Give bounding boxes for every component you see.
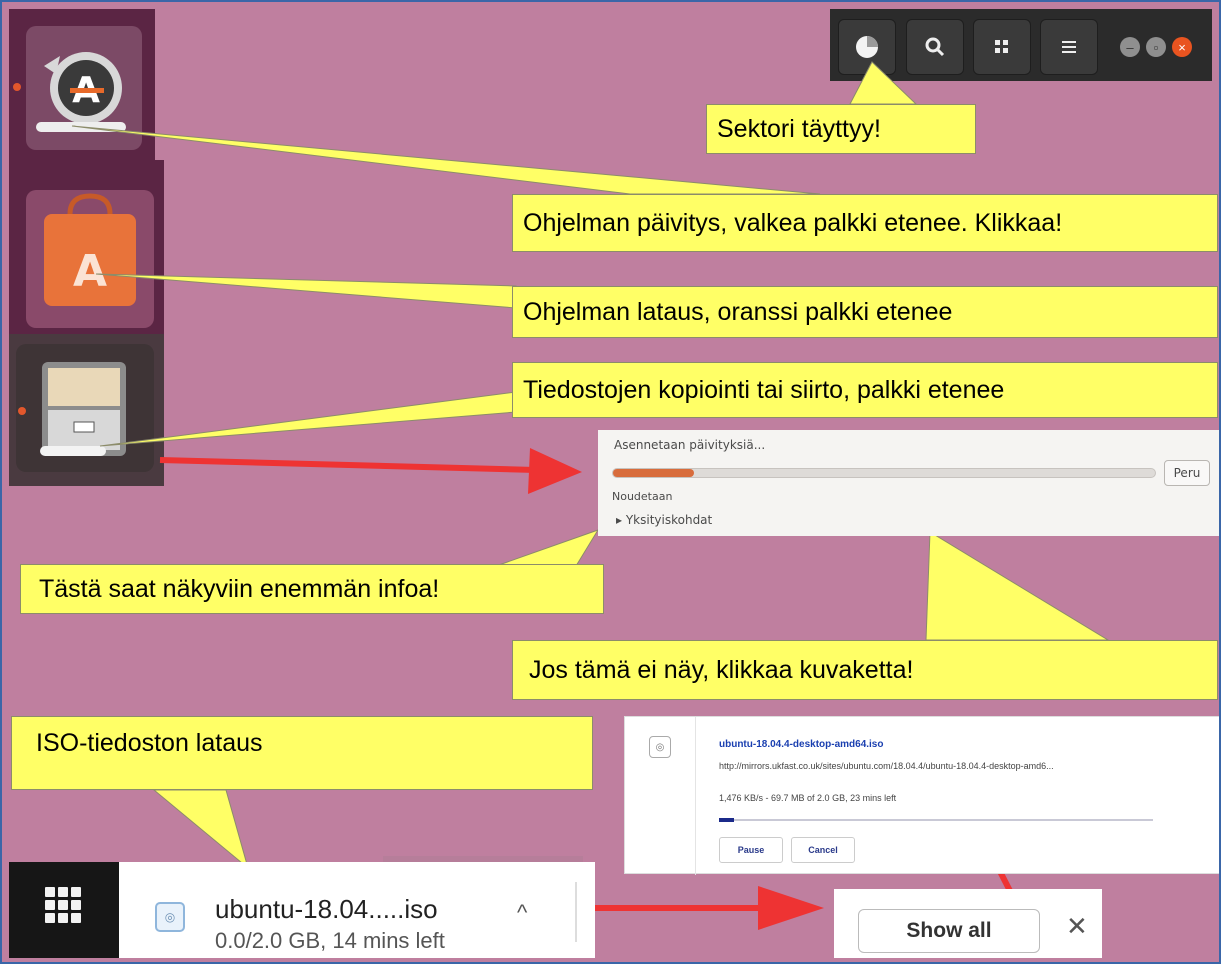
download-progress-bar	[719, 818, 1153, 822]
chevron-up-icon[interactable]: ^	[517, 900, 527, 926]
red-arrow	[159, 457, 537, 473]
callout-software: Ohjelman lataus, oranssi palkki etenee	[512, 286, 1218, 338]
callout-sector: Sektori täyttyy!	[706, 104, 976, 154]
callout-iso: ISO-tiedoston lataus	[11, 716, 593, 790]
pause-button[interactable]: Pause	[719, 837, 783, 863]
app-launcher-area	[9, 862, 119, 958]
cancel-button[interactable]: Peru	[1164, 460, 1210, 486]
cancel-download-button[interactable]: Cancel	[791, 837, 855, 863]
callout-pointer	[152, 789, 249, 870]
callout-pointer	[849, 61, 918, 105]
callout-pointer	[99, 391, 517, 447]
divider	[575, 882, 577, 942]
update-substatus: Noudetaan	[612, 490, 673, 503]
red-arrow-head	[758, 886, 824, 930]
download-shelf-item[interactable]: ◎ ubuntu-18.04.....iso 0.0/2.0 GB, 14 mi…	[119, 862, 595, 958]
download-item-card: ◎ ubuntu-18.04.4-desktop-amd64.iso http:…	[624, 716, 1220, 875]
file-icon: ◎	[155, 902, 185, 932]
file-icon: ◎	[649, 736, 671, 758]
update-progress-bar	[612, 468, 1156, 478]
download-status: 1,476 KB/s - 69.7 MB of 2.0 GB, 23 mins …	[719, 793, 897, 803]
divider	[695, 717, 696, 875]
callout-pointer	[95, 273, 517, 309]
update-dialog: Asennetaan päivityksiä... Peru Noudetaan…	[598, 430, 1219, 536]
shelf-status: 0.0/2.0 GB, 14 mins left	[215, 928, 445, 953]
shelf-filename: ubuntu-18.04.....iso	[215, 894, 438, 924]
callout-click-icon: Jos tämä ei näy, klikkaa kuvaketta!	[512, 640, 1218, 700]
apps-grid-icon[interactable]	[45, 887, 81, 923]
callout-pointer	[495, 529, 600, 567]
update-progress-fill	[613, 469, 695, 477]
details-expander[interactable]: ▸ Yksityiskohdat	[616, 513, 712, 527]
callout-updater: Ohjelman päivitys, valkea palkki etenee.…	[512, 194, 1218, 252]
download-progress-fill	[719, 818, 735, 822]
red-arrow-head	[528, 448, 582, 494]
download-filename-link[interactable]: ubuntu-18.04.4-desktop-amd64.iso	[719, 739, 883, 750]
callout-details: Tästä saat näkyviin enemmän infoa!	[20, 564, 604, 614]
download-url: http://mirrors.ukfast.co.uk/sites/ubuntu…	[719, 761, 1054, 771]
callout-pointer	[925, 531, 1110, 641]
show-all-area: Show all ✕	[834, 889, 1102, 958]
callout-files: Tiedostojen kopiointi tai siirto, palkki…	[512, 362, 1218, 418]
show-all-button[interactable]: Show all	[858, 909, 1040, 953]
update-status: Asennetaan päivityksiä...	[614, 438, 766, 452]
close-icon[interactable]: ✕	[1066, 911, 1088, 942]
